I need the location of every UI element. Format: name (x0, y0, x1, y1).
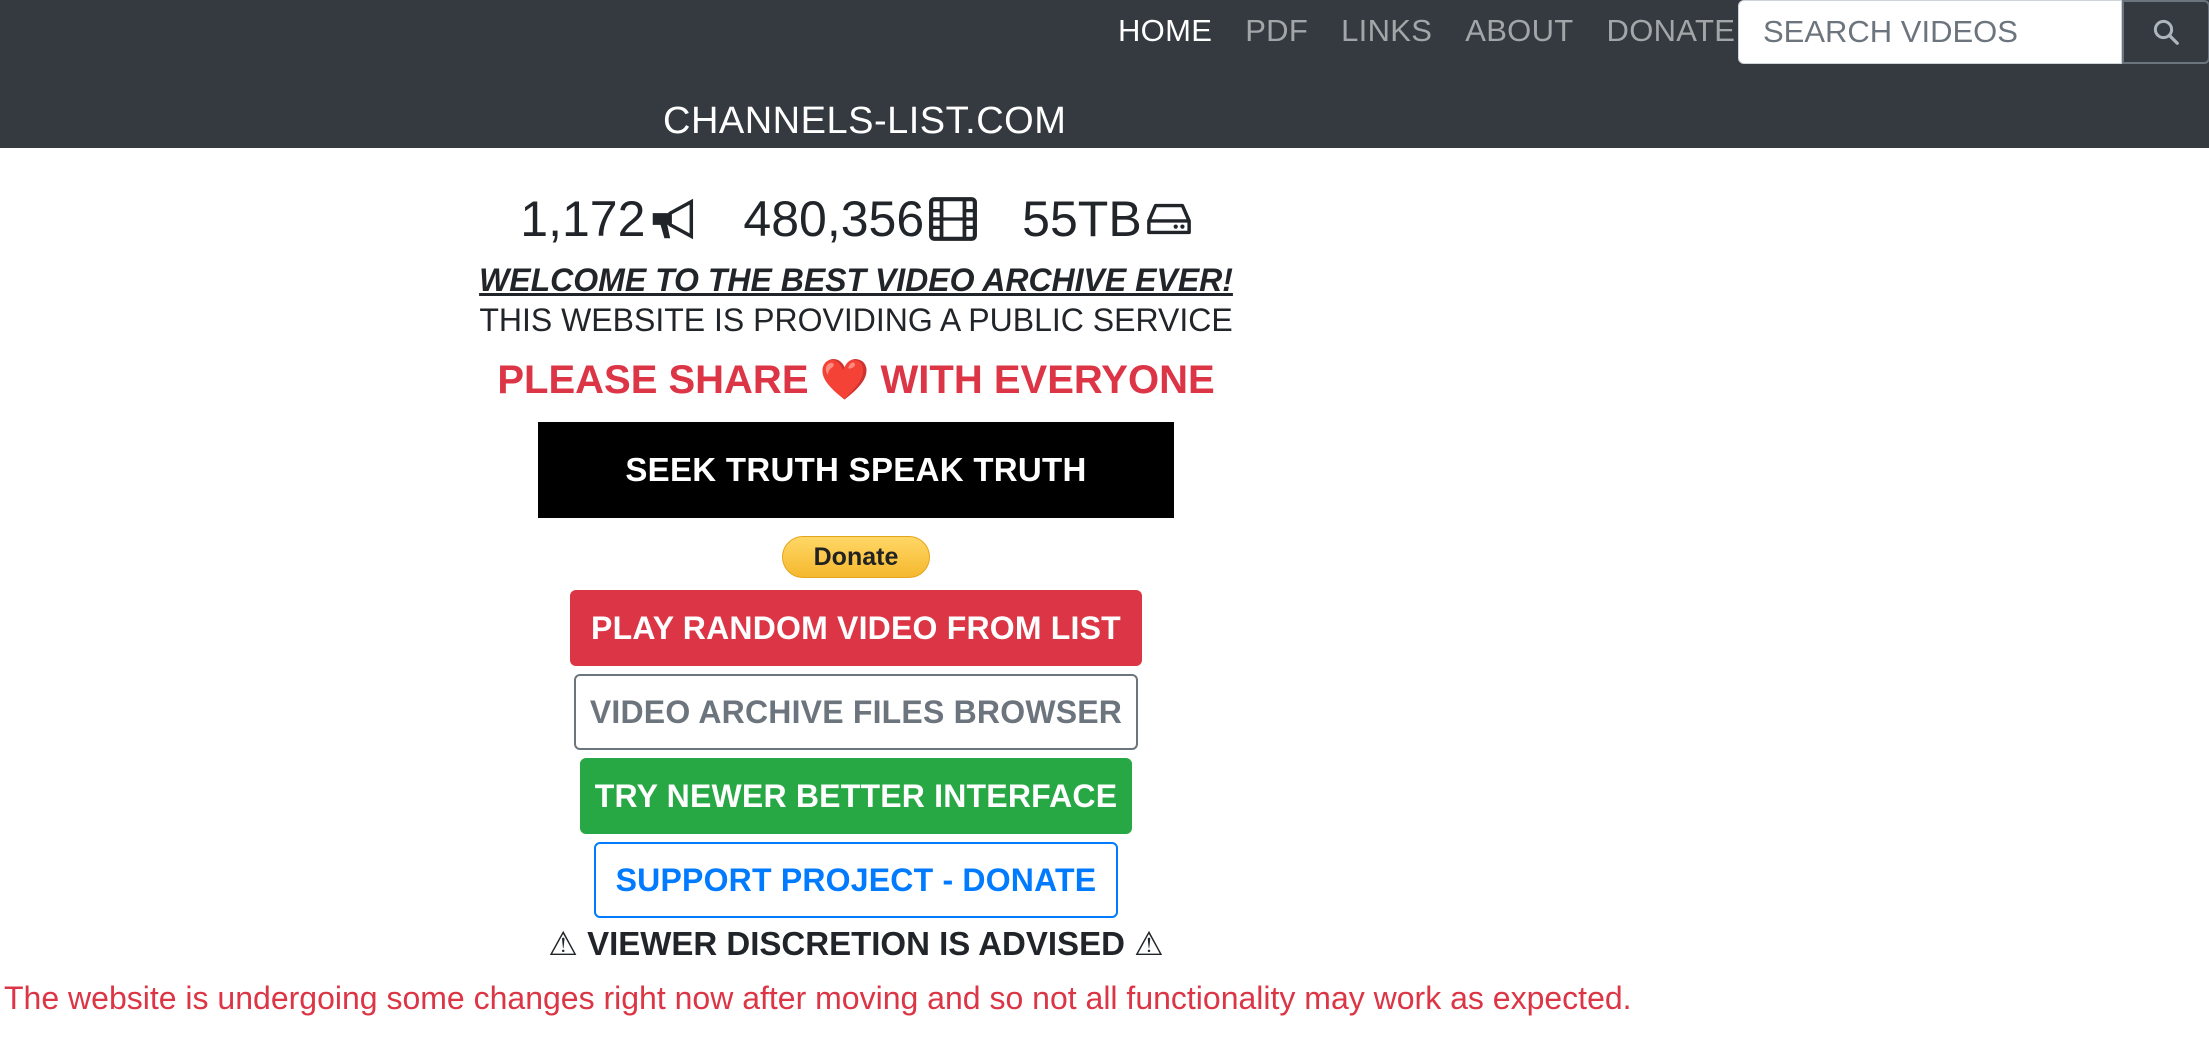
truth-banner: SEEK TRUTH SPEAK TRUTH (538, 422, 1174, 518)
viewer-discretion-warning: ⚠ VIEWER DISCRETION IS ADVISED ⚠ (548, 925, 1164, 962)
nav-pdf-link[interactable]: PDF (1245, 13, 1308, 49)
search-icon (2153, 19, 2179, 45)
video-count: 480,356 (743, 191, 925, 247)
nav-home-link[interactable]: HOME (1118, 13, 1212, 49)
nav-about-link[interactable]: ABOUT (1465, 13, 1573, 49)
site-notice: The website is undergoing some changes r… (4, 980, 1632, 1016)
archive-browser-button[interactable]: VIDEO ARCHIVE FILES BROWSER (574, 674, 1138, 750)
heart-icon: ❤️ (819, 358, 870, 402)
paypal-donate-button[interactable]: Donate (782, 536, 930, 578)
site-brand[interactable]: CHANNELS-LIST.COM (663, 100, 1066, 143)
nav-links-link[interactable]: LINKS (1341, 13, 1432, 49)
storage-stat: 55TB (1022, 190, 1192, 248)
stats-row: 1,172 480,356 55TB (0, 190, 1712, 248)
share-text-before: PLEASE SHARE (497, 358, 820, 402)
channel-count-stat: 1,172 (520, 190, 699, 248)
hard-drive-icon (1146, 199, 1192, 239)
share-message: PLEASE SHARE ❤️ WITH EVERYONE (0, 356, 1712, 403)
nav-links: HOME PDF LINKS ABOUT DONATE (1118, 0, 1768, 62)
share-text-after: WITH EVERYONE (869, 358, 1215, 402)
public-service-text: THIS WEBSITE IS PROVIDING A PUBLIC SERVI… (479, 302, 1233, 338)
nav-donate-link[interactable]: DONATE (1607, 13, 1736, 49)
search-input[interactable] (1738, 0, 2122, 64)
play-random-video-button[interactable]: PLAY RANDOM VIDEO FROM LIST (570, 590, 1142, 666)
film-icon (928, 196, 978, 242)
storage-size: 55TB (1022, 191, 1142, 247)
support-donate-button[interactable]: SUPPORT PROJECT - DONATE (594, 842, 1118, 918)
megaphone-icon (649, 197, 699, 241)
search-button[interactable] (2122, 0, 2209, 64)
top-navbar: HOME PDF LINKS ABOUT DONATE CHANNELS-LIS… (0, 0, 2209, 148)
newer-interface-button[interactable]: TRY NEWER BETTER INTERFACE (580, 758, 1132, 834)
video-count-stat: 480,356 (743, 190, 978, 248)
welcome-heading: WELCOME TO THE BEST VIDEO ARCHIVE EVER! (479, 262, 1233, 298)
channel-count: 1,172 (520, 191, 646, 247)
